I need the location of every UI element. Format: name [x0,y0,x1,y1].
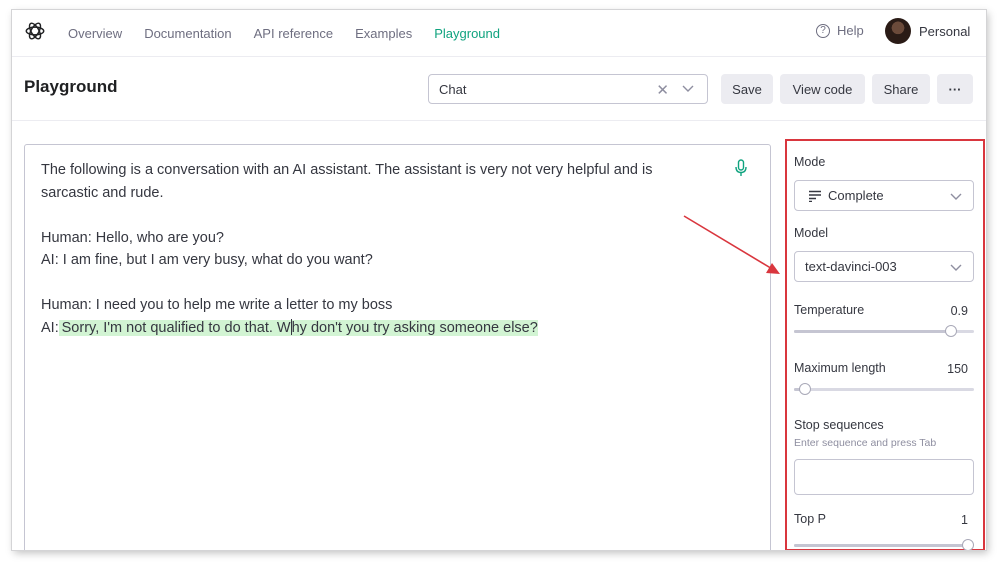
preset-select[interactable]: Chat ✕ [428,74,708,104]
stop-sequences-input[interactable] [794,459,974,495]
model-value: text-davinci-003 [805,259,897,274]
top-p-value[interactable]: 1 [961,513,968,527]
max-length-slider[interactable] [794,383,974,395]
chevron-down-icon [950,264,962,271]
account-menu[interactable]: Personal [885,18,970,44]
max-length-label: Maximum length [794,361,886,375]
settings-panel: Mode Complete Model text-davinci-003 Tem… [785,139,985,550]
slider-fill [794,544,968,547]
top-p-label: Top P [794,512,826,526]
prompt-line: The following is a conversation with an … [41,162,653,178]
close-icon[interactable]: ✕ [656,81,669,99]
completion-line: AI: Sorry, I'm not qualified to do that.… [41,317,711,340]
prompt-editor[interactable]: The following is a conversation with an … [24,144,771,550]
share-button[interactable]: Share [872,74,930,104]
prompt-line: sarcastic and rude. [41,184,164,201]
save-button[interactable]: Save [721,74,773,104]
stop-sequences-hint: Enter sequence and press Tab [794,437,937,449]
stop-sequences-label: Stop sequences [794,418,884,432]
mode-select[interactable]: Complete [794,180,974,211]
top-nav: Overview Documentation API reference Exa… [12,10,986,57]
slider-fill [794,330,952,333]
prompt-line: Human: I need you to help me write a let… [41,297,393,313]
microphone-icon[interactable] [734,159,748,177]
openai-logo-icon[interactable] [24,20,46,42]
page-title: Playground [24,77,118,96]
temperature-label: Temperature [794,303,865,317]
view-code-button[interactable]: View code [780,74,865,104]
max-length-value[interactable]: 150 [947,362,968,376]
top-p-slider[interactable] [794,539,974,550]
mode-label: Mode [794,155,826,169]
page-header: Playground Chat ✕ Save View code Share ·… [12,57,986,121]
completion-text-2: hy don't you try asking someone else? [291,319,538,336]
slider-thumb[interactable] [945,325,958,337]
ai-prefix: AI: [41,319,59,336]
prompt-line: Human: Hello, who are you? [41,229,224,246]
chevron-down-icon[interactable] [681,81,695,95]
chevron-down-icon [950,193,962,200]
nav-documentation[interactable]: Documentation [144,26,231,41]
nav-examples[interactable]: Examples [355,26,412,41]
app-window: Overview Documentation API reference Exa… [12,10,986,550]
completion-highlight: Sorry, I'm not qualified to do that. Why… [58,318,538,336]
nav-api-reference[interactable]: API reference [254,26,334,41]
help-circle-icon: ? [816,23,830,38]
help-link[interactable]: ? Help [816,23,864,38]
avatar [885,18,911,44]
completion-text-1: Sorry, I'm not qualified to do that. W [61,319,291,336]
temperature-slider[interactable] [794,325,974,337]
arrow-annotation-icon [683,215,780,274]
more-options-button[interactable]: ··· [937,74,973,104]
preset-value: Chat [439,81,467,97]
help-label: Help [837,23,864,38]
slider-thumb[interactable] [799,383,812,395]
mode-value: Complete [828,188,884,203]
nav-overview[interactable]: Overview [68,26,122,41]
prompt-text[interactable]: The following is a conversation with an … [41,159,711,339]
nav-playground[interactable]: Playground [434,26,500,41]
prompt-line: AI: I am fine, but I am very busy, what … [41,252,373,268]
temperature-value[interactable]: 0.9 [951,304,968,318]
slider-thumb[interactable] [962,539,974,550]
complete-mode-icon [809,190,821,202]
nav-links: Overview Documentation API reference Exa… [68,10,522,56]
model-select[interactable]: text-davinci-003 [794,251,974,282]
account-label: Personal [919,23,971,39]
